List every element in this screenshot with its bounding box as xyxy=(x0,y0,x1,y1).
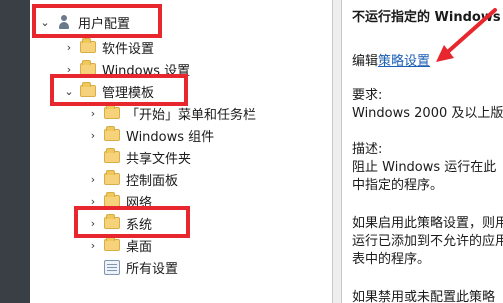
folder-icon xyxy=(104,148,120,163)
folder-icon xyxy=(80,82,96,97)
tree-node-label: 管理模板 xyxy=(102,85,155,101)
tree-node-label: 软件设置 xyxy=(102,41,155,57)
tree-node-system[interactable]: › 系统 xyxy=(88,212,152,234)
if-enabled-line: 运行已添加到不允许的应用 xyxy=(352,234,503,249)
chevron-down-icon[interactable]: ⌄ xyxy=(40,17,50,28)
tree-node-network[interactable]: › 网络 xyxy=(88,190,152,212)
folder-icon xyxy=(104,104,120,119)
chevron-right-icon[interactable]: › xyxy=(88,130,98,141)
tree-node-label: 系统 xyxy=(126,217,153,233)
tree-node-admin-templates[interactable]: ⌄ 管理模板 xyxy=(64,80,154,102)
tree-node-windows-components[interactable]: › Windows 组件 xyxy=(88,124,214,146)
folder-icon xyxy=(80,38,96,53)
tree-node-label: Windows 组件 xyxy=(126,129,215,145)
folder-icon xyxy=(104,214,120,229)
description-label: 描述: xyxy=(352,142,383,157)
policy-detail-pane: 不运行指定的 Windows 编辑策略设置 要求: Windows 2000 及… xyxy=(342,0,503,303)
tree-node-all-settings[interactable]: 所有设置 xyxy=(88,256,178,278)
folder-icon xyxy=(104,170,120,185)
chevron-right-icon[interactable]: › xyxy=(88,196,98,207)
if-enabled-line: 表中的程序。 xyxy=(352,252,431,267)
edit-policy-line: 编辑策略设置 xyxy=(352,50,430,69)
pane-splitter[interactable] xyxy=(332,0,342,303)
tree-node-start-menu[interactable]: › 「开始」菜单和任务栏 xyxy=(88,102,256,124)
tree-node-shared-folders[interactable]: 共享文件夹 xyxy=(88,146,191,168)
chevron-down-icon[interactable]: ⌄ xyxy=(64,86,74,97)
requirements-label: 要求: xyxy=(352,88,383,103)
folder-icon xyxy=(104,236,120,251)
tree-node-label: 「开始」菜单和任务栏 xyxy=(126,107,257,123)
tree-node-software-settings[interactable]: › 软件设置 xyxy=(64,36,154,58)
folder-icon xyxy=(104,192,120,207)
tree-node-desktop[interactable]: › 桌面 xyxy=(88,234,152,256)
chevron-right-icon[interactable]: › xyxy=(88,174,98,185)
tree-node-windows-settings[interactable]: › Windows 设置 xyxy=(64,58,190,80)
chevron-right-icon[interactable]: › xyxy=(64,42,74,53)
policy-settings-link[interactable]: 策略设置 xyxy=(378,54,430,69)
folder-icon xyxy=(80,60,96,75)
tree-node-label: 控制面板 xyxy=(126,173,179,189)
tree-node-label: 共享文件夹 xyxy=(126,151,192,167)
left-dark-strip xyxy=(0,0,30,303)
chevron-right-icon[interactable]: › xyxy=(64,64,74,75)
chevron-right-icon[interactable]: › xyxy=(88,218,98,229)
tree-node-label: 桌面 xyxy=(126,239,153,255)
tree-node-label: Windows 设置 xyxy=(102,63,191,79)
chevron-right-icon[interactable]: › xyxy=(88,240,98,251)
policy-title: 不运行指定的 Windows xyxy=(352,10,501,25)
user-icon xyxy=(56,14,72,30)
tree-node-label: 所有设置 xyxy=(126,261,179,277)
settings-list-icon xyxy=(104,259,120,275)
tree-node-control-panel[interactable]: › 控制面板 xyxy=(88,168,178,190)
chevron-right-icon[interactable]: › xyxy=(88,108,98,119)
if-enabled-line: 如果启用此策略设置，则用 xyxy=(352,216,503,231)
requirements-value: Windows 2000 及以上版 xyxy=(352,106,503,121)
if-disabled-line: 如果禁用或未配置此策略 xyxy=(352,290,496,303)
edit-prefix: 编辑 xyxy=(352,54,379,69)
description-line: 阻止 Windows 运行在此 xyxy=(352,160,497,175)
tree-node-label: 用户配置 xyxy=(78,16,131,32)
description-line: 中指定的程序。 xyxy=(352,178,444,193)
tree-node-user-config[interactable]: ⌄ 用户配置 xyxy=(40,11,130,33)
tree-node-label: 网络 xyxy=(126,195,153,211)
policy-tree-pane: ⌄ 用户配置 › 软件设置 › Windows 设置 ⌄ 管理模板 › 「开始」… xyxy=(30,0,332,303)
folder-icon xyxy=(104,126,120,141)
